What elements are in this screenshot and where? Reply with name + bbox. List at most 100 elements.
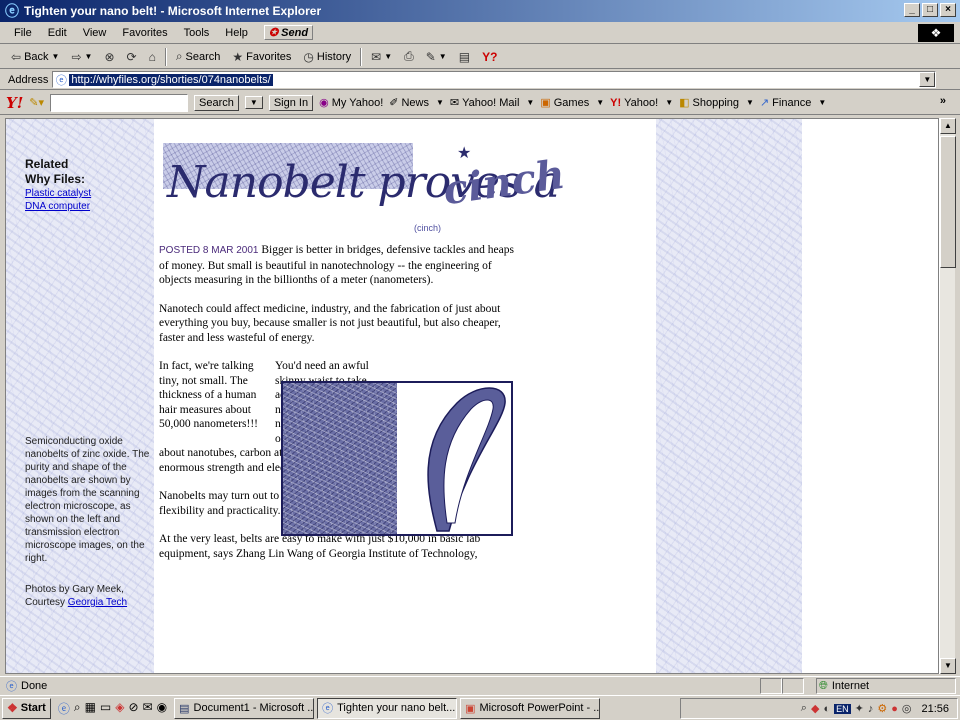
word-doc-icon: ▤ bbox=[179, 702, 190, 715]
task-document1-label: Document1 - Microsoft ... bbox=[193, 702, 315, 714]
powerpoint-icon: ▣ bbox=[465, 702, 476, 715]
desktop-quicklaunch-icon[interactable]: ▭ bbox=[100, 700, 111, 717]
yahoo-search-dropdown[interactable]: ▼ bbox=[244, 96, 263, 109]
task-ie-window[interactable]: ⓔ Tighten your nano belt... bbox=[317, 697, 458, 719]
menu-bar: File Edit View Favorites Tools Help ✪ Se… bbox=[0, 22, 960, 44]
yahoo-mail-item[interactable]: ✉ Yahoo! Mail ▼ bbox=[450, 96, 534, 110]
search-quicklaunch-icon[interactable]: ⌕ bbox=[74, 700, 81, 717]
send-button[interactable]: ✪ Send bbox=[263, 25, 314, 40]
back-dropdown-icon[interactable]: ▼ bbox=[52, 52, 60, 61]
maximize-button[interactable]: □ bbox=[922, 3, 938, 17]
tray-icon[interactable]: ● bbox=[891, 703, 898, 715]
address-bar: Address ⓔ http://whyfiles.org/shorties/0… bbox=[0, 70, 960, 90]
news-item[interactable]: ✐ News ▼ bbox=[389, 96, 444, 110]
pencil-icon[interactable]: ✎▾ bbox=[29, 96, 44, 109]
search-button[interactable]: ⌕ Search bbox=[173, 48, 224, 65]
yahoo-search-button[interactable]: Search bbox=[194, 94, 239, 111]
my-yahoo-item[interactable]: ◉ My Yahoo! bbox=[319, 96, 384, 110]
mail-item-dropdown-icon[interactable]: ▼ bbox=[526, 98, 534, 107]
ie-quicklaunch-icon[interactable]: ⓔ bbox=[58, 700, 70, 717]
favorites-icon: ★ bbox=[232, 49, 244, 64]
mail-dropdown-icon[interactable]: ▼ bbox=[384, 52, 392, 61]
language-indicator[interactable]: EN bbox=[834, 703, 851, 714]
link-plastic-catalyst[interactable]: Plastic catalyst bbox=[25, 187, 150, 200]
start-button[interactable]: ❖ Start bbox=[2, 697, 51, 719]
scroll-thumb[interactable] bbox=[940, 136, 956, 268]
yahoo-item[interactable]: Y! Yahoo! ▼ bbox=[610, 97, 673, 109]
task-document1[interactable]: ▤ Document1 - Microsoft ... bbox=[174, 697, 315, 719]
finance-label: Finance bbox=[772, 96, 812, 109]
minimize-button[interactable]: _ bbox=[904, 3, 920, 17]
tray-icon[interactable]: ⚙ bbox=[877, 702, 887, 715]
edit-button[interactable]: ✎ ▼ bbox=[423, 49, 450, 65]
shield-quicklaunch-icon[interactable]: ⊘ bbox=[129, 700, 139, 717]
print-icon: ⎙ bbox=[404, 49, 414, 63]
home-button[interactable]: ⌂ bbox=[146, 49, 159, 65]
games-item[interactable]: ▣ Games ▼ bbox=[540, 96, 604, 110]
done-icon: ⓔ bbox=[6, 680, 17, 693]
menu-help[interactable]: Help bbox=[217, 25, 256, 41]
more-chevron-icon[interactable]: » bbox=[940, 95, 946, 107]
outlook-quicklaunch-icon[interactable]: ✉ bbox=[143, 700, 153, 717]
yahoo-logo-icon[interactable]: Y! bbox=[6, 94, 23, 112]
refresh-button[interactable]: ⟳ bbox=[124, 49, 140, 65]
print-button[interactable]: ⎙ bbox=[401, 48, 417, 65]
tray-icon[interactable]: ◆ bbox=[811, 702, 819, 715]
link-dna-computer[interactable]: DNA computer bbox=[25, 200, 150, 213]
link-georgia-tech[interactable]: Georgia Tech bbox=[68, 597, 127, 608]
vertical-scrollbar[interactable]: ▲ ▼ bbox=[939, 118, 956, 674]
menu-view[interactable]: View bbox=[75, 25, 115, 41]
task-powerpoint[interactable]: ▣ Microsoft PowerPoint - ... bbox=[460, 697, 601, 719]
forward-dropdown-icon[interactable]: ▼ bbox=[85, 52, 93, 61]
yahoo-search-input[interactable] bbox=[50, 93, 189, 112]
scroll-up-arrow-icon[interactable]: ▲ bbox=[940, 118, 956, 134]
menu-file[interactable]: File bbox=[6, 25, 40, 41]
back-button[interactable]: ⇦ Back ▼ bbox=[8, 49, 62, 65]
toolbar-separator bbox=[164, 47, 167, 66]
address-input[interactable]: ⓔ http://whyfiles.org/shorties/074nanobe… bbox=[52, 71, 937, 88]
address-dropdown-icon[interactable]: ▼ bbox=[919, 72, 936, 87]
address-label: Address bbox=[8, 73, 49, 86]
shopping-item[interactable]: ◧ Shopping ▼ bbox=[679, 96, 754, 110]
yahoo-toolbar-button[interactable]: Y? bbox=[479, 49, 500, 65]
discuss-button[interactable]: ▤ bbox=[456, 49, 473, 65]
standard-toolbar: ⇦ Back ▼ ⇨ ▼ ⊗ ⟳ ⌂ ⌕ Search ★ Favorites … bbox=[0, 45, 960, 69]
word-quicklaunch-icon[interactable]: ▦ bbox=[85, 700, 96, 717]
forward-button[interactable]: ⇨ ▼ bbox=[68, 49, 95, 65]
edit-dropdown-icon[interactable]: ▼ bbox=[439, 52, 447, 61]
favorites-button[interactable]: ★ Favorites bbox=[229, 49, 294, 65]
menu-tools[interactable]: Tools bbox=[176, 25, 218, 41]
paragraph-6: At the very least, belts are easy to mak… bbox=[159, 533, 481, 560]
yahoo-mail-label: Yahoo! Mail bbox=[462, 96, 520, 109]
clock[interactable]: 21:56 bbox=[921, 703, 949, 715]
app-quicklaunch-icon[interactable]: ◈ bbox=[115, 700, 124, 717]
tray-icon[interactable]: ✦ bbox=[855, 702, 864, 715]
menu-edit[interactable]: Edit bbox=[40, 25, 75, 41]
menu-favorites[interactable]: Favorites bbox=[114, 25, 175, 41]
games-label: Games bbox=[553, 96, 590, 109]
history-button[interactable]: ◷ History bbox=[300, 49, 354, 65]
news-dropdown-icon[interactable]: ▼ bbox=[436, 98, 444, 107]
yahoo-dropdown-icon[interactable]: ▼ bbox=[665, 98, 673, 107]
close-button[interactable]: × bbox=[940, 3, 956, 17]
tray-icon[interactable]: ◐ bbox=[823, 703, 830, 715]
shopping-dropdown-icon[interactable]: ▼ bbox=[746, 98, 754, 107]
games-dropdown-icon[interactable]: ▼ bbox=[596, 98, 604, 107]
address-url[interactable]: http://whyfiles.org/shorties/074nanobelt… bbox=[69, 73, 273, 86]
media-quicklaunch-icon[interactable]: ◉ bbox=[157, 700, 167, 717]
scroll-down-arrow-icon[interactable]: ▼ bbox=[940, 658, 956, 674]
status-bar: ⓔ Done 🌐︎ Internet bbox=[0, 676, 960, 694]
stop-button[interactable]: ⊗ bbox=[101, 49, 117, 65]
tray-icon[interactable]: ⌕ bbox=[801, 702, 807, 715]
my-yahoo-label: My Yahoo! bbox=[331, 96, 384, 109]
tray-icon[interactable]: ♪ bbox=[868, 703, 874, 715]
search-icon: ⌕ bbox=[175, 49, 183, 63]
related-heading: Related bbox=[25, 157, 69, 171]
finance-dropdown-icon[interactable]: ▼ bbox=[818, 98, 826, 107]
finance-item[interactable]: ↗ Finance ▼ bbox=[760, 96, 826, 110]
sign-in-button[interactable]: Sign In bbox=[268, 94, 314, 111]
tray-icon[interactable]: ◎ bbox=[902, 702, 912, 715]
sem-image bbox=[283, 383, 397, 534]
mail-button[interactable]: ✉ ▼ bbox=[368, 49, 395, 65]
yahoo-label: Yahoo! bbox=[624, 96, 659, 109]
